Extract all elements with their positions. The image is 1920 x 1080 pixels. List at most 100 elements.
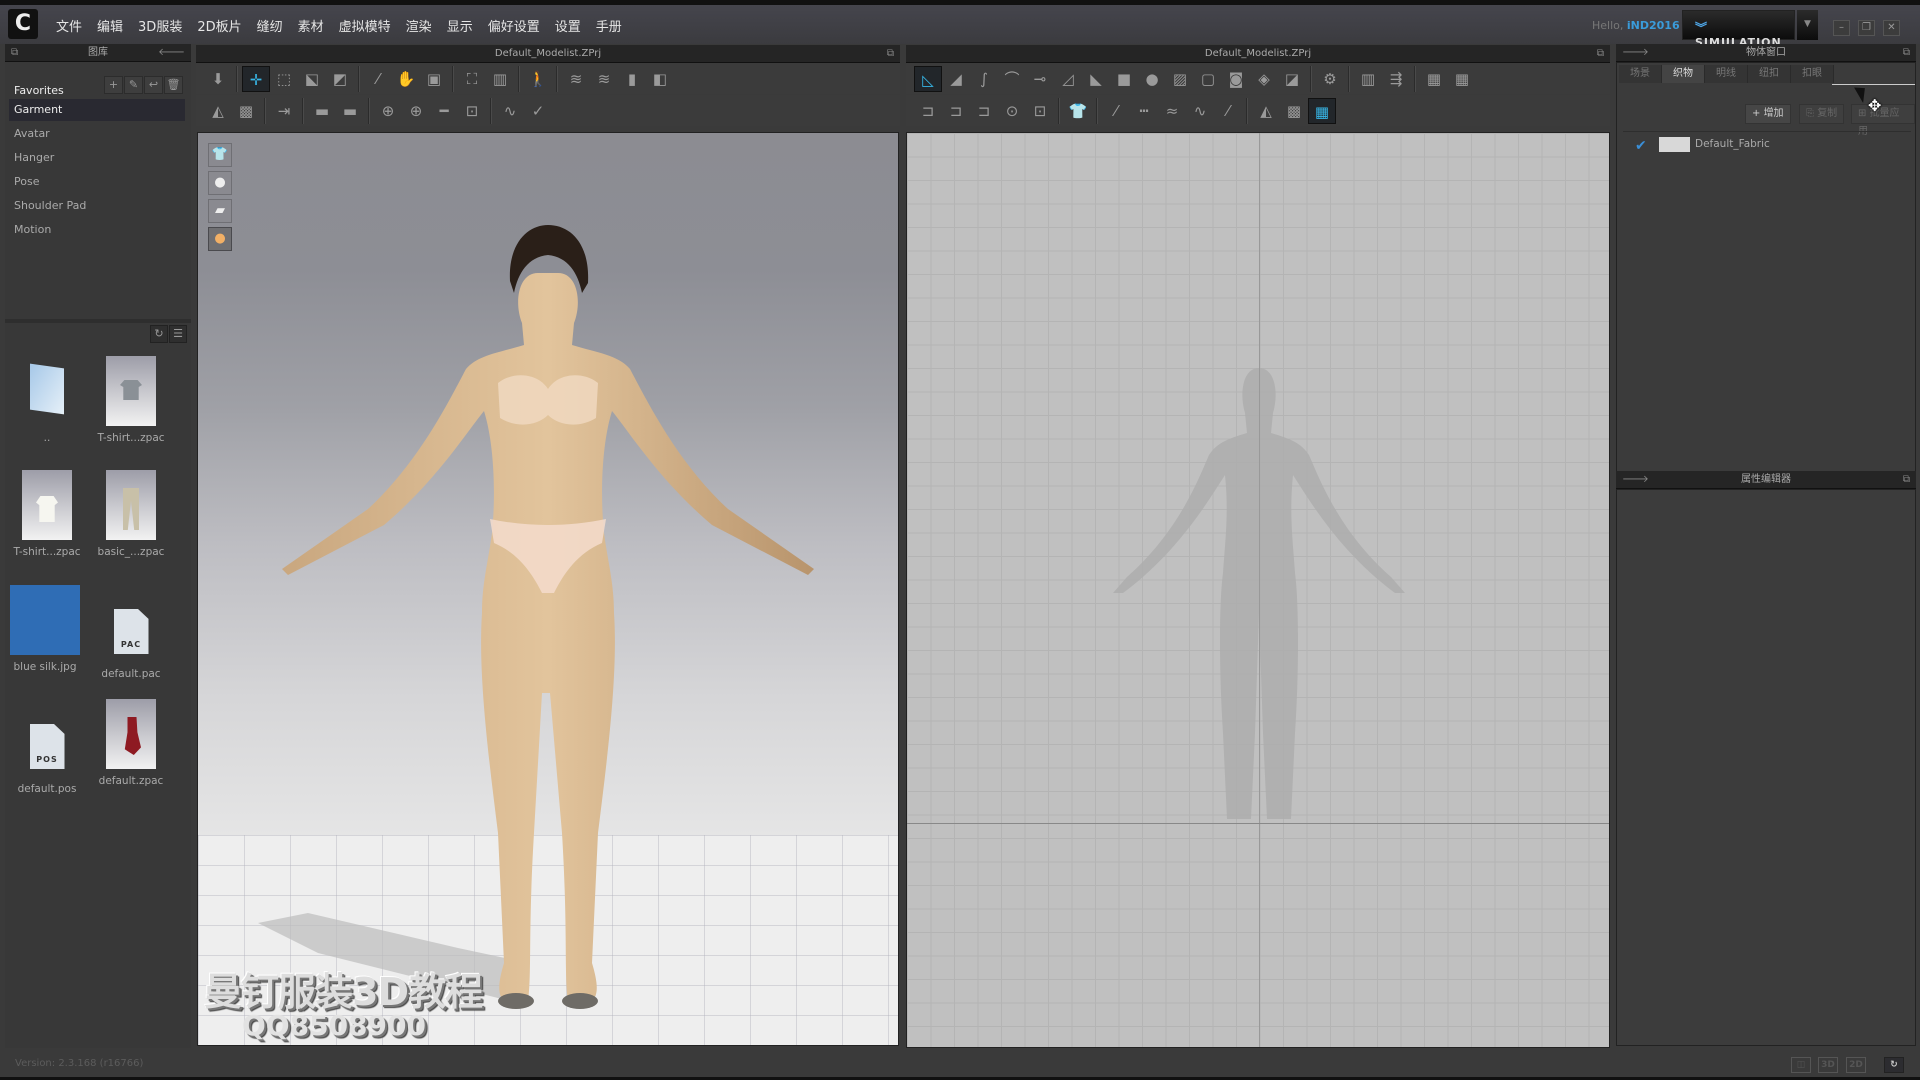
sew-free-icon[interactable]: ⊐ [942,98,970,124]
pattern-tool-icon[interactable]: ⚙ [1316,66,1344,92]
avatar-walk-icon[interactable]: 🚶 [524,66,552,92]
add-fabric-button[interactable]: + 增加 [1745,104,1791,124]
collapse-arrow-icon[interactable]: 🡒 [1622,44,1649,61]
topstitch-segment-icon[interactable]: ┅ [1130,98,1158,124]
fold-arrange-icon[interactable]: ◩ [326,66,354,92]
show-fabric-icon[interactable]: ▰ [208,199,232,223]
mode-dropdown-button[interactable]: ▼ [1797,10,1818,40]
sew-multi-icon[interactable]: ⊐ [970,98,998,124]
collapse-arrow-icon[interactable]: 🡐 [158,44,185,61]
show-checker-icon[interactable]: ▦ [1308,97,1336,124]
menu-materials[interactable]: 素材 [292,12,330,39]
apply-fabric-button[interactable]: ⊞ 批量应用 [1851,104,1915,137]
split-view-button[interactable]: ◫ [1791,1057,1811,1073]
garment-fit-icon[interactable]: 👕 [1064,98,1092,124]
category-garment[interactable]: Garment [9,99,185,121]
grid-show-icon[interactable]: ▦ [1448,66,1476,92]
select-move-icon[interactable]: ✛ [242,65,270,92]
avatar-measure-icon[interactable]: ◭ [204,98,232,124]
internal-polygon-icon[interactable]: ▨ [1166,66,1194,92]
menu-avatar[interactable]: 虚拟模特 [333,12,397,39]
edit-shape-icon[interactable]: ◿ [1054,66,1082,92]
select-box-icon[interactable]: ⬚ [270,66,298,92]
undock-icon[interactable]: ⧉ [1903,471,1910,488]
collapse-arrow-icon[interactable]: 🡒 [1622,471,1649,488]
file-item[interactable]: basic_...zpac [89,470,173,558]
show-garment-icon[interactable]: 👕 [208,143,232,167]
2d-pattern-viewport[interactable] [906,132,1610,1048]
menu-display[interactable]: 显示 [441,12,479,39]
app-logo-icon[interactable]: C [8,9,38,39]
undock-icon[interactable]: ⧉ [887,45,894,62]
panel-splitter[interactable] [5,319,191,323]
arrange-sides-icon[interactable]: ⛶ [458,66,486,92]
show-skin-icon[interactable]: ● [208,227,232,251]
file-item[interactable]: blue silk.jpg [3,585,87,673]
curve-point-icon[interactable]: ⌒ [998,66,1026,92]
category-avatar[interactable]: Avatar [9,123,185,145]
menu-preferences[interactable]: 偏好设置 [482,12,546,39]
menu-edit[interactable]: 编辑 [91,12,129,39]
layer-down-icon[interactable]: ≋ [590,66,618,92]
file-item[interactable]: T-shirt...zpac [89,356,173,444]
category-shoulder-pad[interactable]: Shoulder Pad [9,195,185,217]
menu-file[interactable]: 文件 [50,12,88,39]
fit-map-icon[interactable]: ∿ [496,98,524,124]
undock-icon[interactable]: ⧉ [1903,44,1910,61]
fabric-list-item[interactable]: ✔ Default_Fabric [1623,131,1911,157]
refresh-button[interactable]: ↻ [1884,1057,1904,1073]
sew-check-icon[interactable]: ⊙ [998,98,1026,124]
transform-pattern-icon[interactable]: ◺ [914,65,942,92]
3d-viewport[interactable]: 👕 ● ▰ ● 曼钉服装3D教程 QQ8508900 [197,132,899,1046]
simulation-mode-button[interactable]: ︾SIMULATION [1682,10,1795,49]
button-icon[interactable]: ⊕ [402,98,430,124]
menu-2d-pattern[interactable]: 2D板片 [191,12,247,39]
topstitch-free-icon[interactable]: ≈ [1158,98,1186,124]
close-button[interactable]: ✕ [1883,20,1900,36]
measure-fit-icon[interactable]: ✓ [524,98,552,124]
edit-point-icon[interactable]: ◢ [942,66,970,92]
texture-icon[interactable]: ▩ [1280,98,1308,124]
strengthen-2-icon[interactable]: ▬ [336,98,364,124]
button-hole-icon[interactable]: ━ [430,98,458,124]
back-arrow-icon[interactable]: ↩ [144,76,163,94]
category-hanger[interactable]: Hanger [9,147,185,169]
minimize-button[interactable]: – [1833,20,1850,36]
show-avatar-icon[interactable]: ● [208,171,232,195]
refresh-icon[interactable]: ↻ [150,325,168,343]
category-pose[interactable]: Pose [9,171,185,193]
superimpose-icon[interactable]: ▮ [618,66,646,92]
menu-manual[interactable]: 手册 [590,12,628,39]
tab-fabric[interactable]: 织物 [1662,65,1705,83]
menu-settings[interactable]: 设置 [549,12,587,39]
dart-icon[interactable]: ◈ [1250,66,1278,92]
add-point-icon[interactable]: ⊸ [1026,66,1054,92]
tab-scene[interactable]: 场景 [1619,65,1662,83]
lock-icon[interactable]: ▥ [1354,66,1382,92]
tack-icon[interactable]: ⇥ [270,98,298,124]
superimpose-sides-icon[interactable]: ◧ [646,66,674,92]
file-item[interactable]: .. [5,356,89,444]
button-select-icon[interactable]: ⊕ [374,98,402,124]
tab-topstitch[interactable]: 明线 [1705,65,1748,83]
trash-icon[interactable]: 🗑 [164,76,183,94]
topstitch-select-icon[interactable]: ⁄ [1102,98,1130,124]
fabric-brush-icon[interactable]: ✋ [392,66,420,92]
pin-icon[interactable]: ⁄ [364,66,392,92]
file-item[interactable]: default.zpac [89,699,173,787]
garment-edit-icon[interactable]: ▣ [420,66,448,92]
texture-edit-icon[interactable]: ▩ [232,98,260,124]
username[interactable]: iND2016 [1627,19,1680,32]
tab-button[interactable]: 纽扣 [1748,65,1791,83]
add-favorite-icon[interactable]: + [104,76,123,94]
file-item[interactable]: PAC default.pac [89,609,173,680]
sew-segment-icon[interactable]: ⊐ [914,98,942,124]
trace-icon[interactable]: ◪ [1278,66,1306,92]
polygon-icon[interactable]: ◣ [1082,66,1110,92]
topstitch-multi-icon[interactable]: ∿ [1186,98,1214,124]
file-item[interactable]: POS default.pos [5,724,89,795]
2d-view-button[interactable]: 2D [1846,1057,1866,1073]
restore-button[interactable]: ❐ [1858,20,1875,36]
rectangle-icon[interactable]: ■ [1110,66,1138,92]
sew-edit-icon[interactable]: ⊡ [1026,98,1054,124]
